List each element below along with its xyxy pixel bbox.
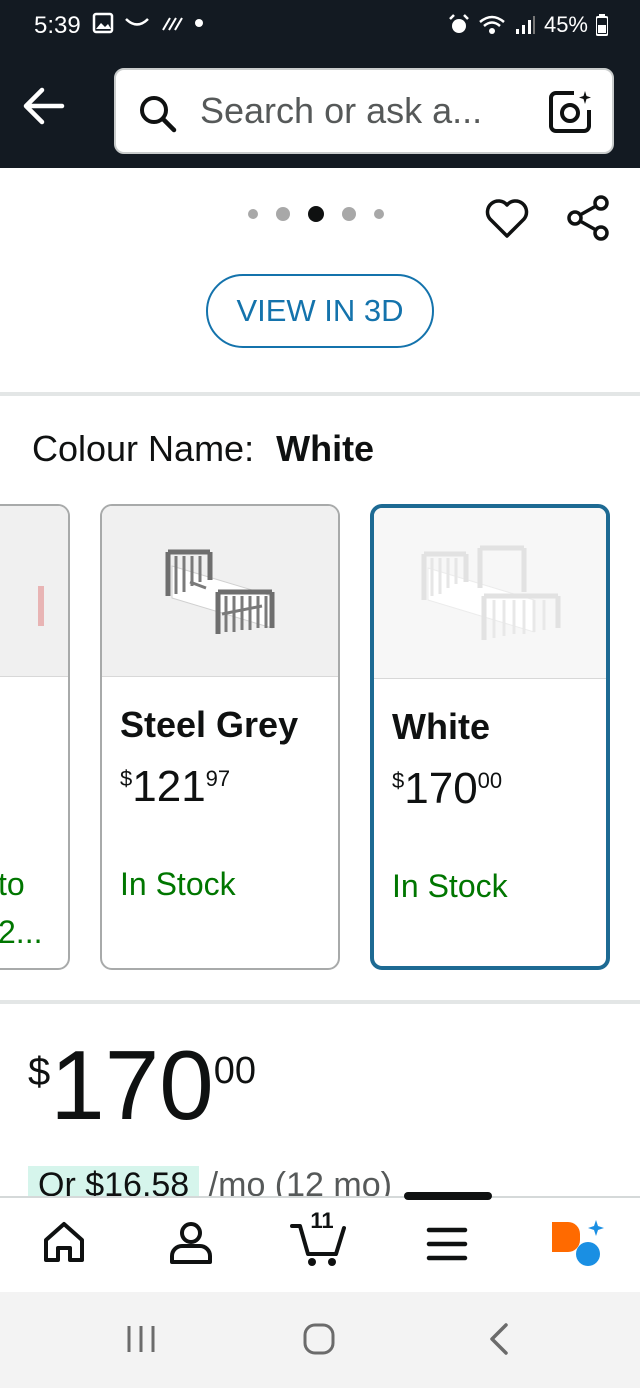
active-tab-indicator [404, 1192, 492, 1200]
swatch-price: $17000 [392, 764, 503, 813]
colour-name-row: Colour Name: White [32, 428, 374, 470]
dot-icon [195, 19, 203, 27]
swatch-stock-line2: 2... [0, 914, 43, 950]
recent-apps-button[interactable] [124, 1324, 158, 1359]
swatch-card[interactable]: to 2... [0, 504, 70, 970]
cell-signal-icon [515, 16, 535, 34]
swatch-card-selected[interactable]: White $17000 In Stock [370, 504, 610, 970]
smile-icon [125, 18, 149, 26]
carousel-dot[interactable] [374, 209, 384, 219]
arrow-left-icon [23, 87, 65, 125]
nav-account[interactable] [168, 1220, 214, 1271]
home-system-button[interactable] [302, 1322, 336, 1361]
swatch-stock-status: In Stock [392, 868, 508, 904]
battery-icon [596, 14, 608, 36]
status-time: 5:39 [34, 12, 81, 39]
bottom-navigation: 11 [0, 1192, 640, 1294]
user-icon [170, 1222, 212, 1264]
swatch-stock-line1: to [0, 866, 25, 902]
rufus-assistant-icon [552, 1220, 604, 1266]
toddler-bed-image [421, 545, 561, 640]
carousel-dot[interactable] [276, 207, 290, 221]
swatch-image-white [374, 508, 606, 679]
share-icon [567, 195, 609, 241]
android-navigation-bar [0, 1292, 640, 1388]
swatch-card[interactable]: Steel Grey $12197 In Stock [100, 504, 340, 970]
back-system-button[interactable] [486, 1322, 510, 1361]
alarm-icon [449, 14, 469, 33]
home-icon [44, 1222, 84, 1262]
swatch-image-steel-grey [102, 506, 338, 677]
nav-cart[interactable]: 11 [290, 1208, 350, 1273]
wishlist-button[interactable] [484, 196, 530, 245]
wifi-icon [479, 15, 505, 34]
share-button[interactable] [566, 194, 612, 247]
monthly-payment[interactable]: Or $16.58 /mo (12 mo) [28, 1166, 392, 1196]
nav-assistant[interactable] [546, 1218, 606, 1275]
swatch-name: Steel Grey [120, 704, 299, 745]
swatch-price: $12197 [120, 762, 231, 811]
monthly-term: /mo (12 mo) [208, 1166, 392, 1196]
nav-menu[interactable] [426, 1226, 468, 1267]
camera-icon[interactable] [548, 88, 594, 134]
product-price: $17000 [28, 1030, 257, 1140]
signal-stripes-icon [162, 17, 183, 31]
nav-home[interactable] [42, 1220, 86, 1271]
heart-icon [485, 199, 529, 238]
search-placeholder: Search or ask a... [200, 90, 483, 131]
view-in-3d-button[interactable]: VIEW IN 3D [206, 274, 434, 348]
swatch-image-fragment [38, 586, 44, 626]
swatch-image [0, 506, 68, 677]
status-notification-icons [92, 12, 204, 34]
swatch-stock-status: In Stock [120, 866, 236, 902]
swatch-name: White [392, 706, 490, 747]
top-bar: 5:39 45% Search or ask a... [0, 0, 640, 168]
hamburger-menu-icon [426, 1227, 468, 1261]
status-system-icons: 45% [448, 12, 608, 38]
cart-count-badge: 11 [310, 1208, 334, 1233]
search-bar[interactable]: Search or ask a... [114, 68, 614, 154]
battery-percent: 45% [543, 12, 588, 37]
recent-apps-icon [127, 1326, 155, 1352]
chevron-left-icon [490, 1323, 508, 1355]
image-carousel-dots[interactable] [248, 206, 384, 222]
gallery-icon [92, 12, 114, 34]
home-circle-icon [303, 1323, 335, 1355]
colour-name-value: White [276, 428, 375, 469]
back-button[interactable] [20, 84, 70, 130]
carousel-dot[interactable] [248, 209, 258, 219]
colour-name-label: Colour Name: [32, 428, 255, 469]
toddler-bed-image [165, 549, 275, 634]
section-divider [0, 1000, 640, 1004]
search-icon [140, 96, 177, 133]
section-divider [0, 392, 640, 396]
carousel-dot-active[interactable] [308, 206, 324, 222]
monthly-amount: Or $16.58 [28, 1166, 200, 1196]
carousel-dot[interactable] [342, 207, 356, 221]
